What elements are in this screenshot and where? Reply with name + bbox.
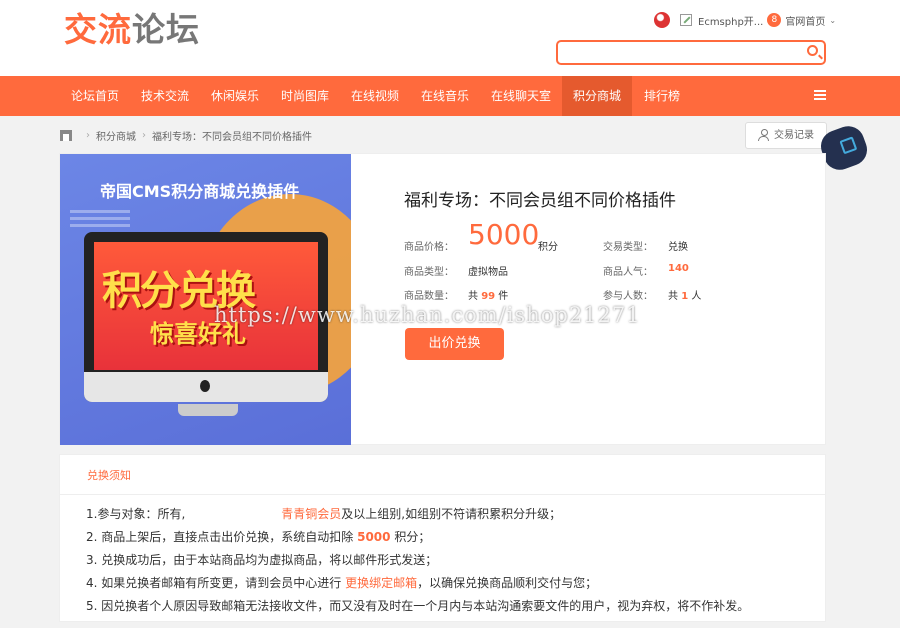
product-image: 帝国CMS积分商城兑换插件 积分兑换 惊喜好礼	[60, 154, 351, 445]
avatar[interactable]	[654, 12, 670, 28]
home-icon[interactable]	[60, 130, 72, 141]
category-value: 虚拟物品	[468, 267, 508, 278]
nav-item-gallery[interactable]: 时尚图库	[270, 76, 340, 116]
monitor-stand	[178, 404, 238, 416]
participants-value: 共 1 人	[668, 287, 701, 302]
category-label: 商品类型：	[404, 267, 454, 278]
nav-item-points-mall[interactable]: 积分商城	[562, 76, 632, 116]
notice-text: 2. 商品上架后，直接点击出价兑换，系统自动扣除	[86, 530, 358, 544]
breadcrumb-separator: ›	[142, 130, 146, 141]
quantity-prefix: 共	[468, 291, 478, 302]
notice-line-2: 2. 商品上架后，直接点击出价兑换，系统自动扣除 5000 积分；	[86, 528, 430, 545]
nav-item-tech[interactable]: 技术交流	[130, 76, 200, 116]
monitor-chin	[84, 372, 328, 402]
change-email-link[interactable]: 更换绑定邮箱	[345, 576, 417, 590]
nav-item-ranking[interactable]: 排行榜	[632, 76, 692, 116]
breadcrumb-points-mall[interactable]: 积分商城	[96, 128, 136, 143]
quantity-value: 共 99 件	[468, 287, 508, 302]
breadcrumb: › 积分商城 › 福利专场：不同会员组不同价格插件	[60, 128, 312, 143]
search-box	[556, 40, 826, 65]
notice-line-4: 4. 如果兑换者邮箱有所变更，请到会员中心进行 更换绑定邮箱，以确保兑换商品顺利…	[86, 574, 597, 591]
trade-type-value: 兑换	[668, 242, 688, 253]
breadcrumb-current: 福利专场：不同会员组不同价格插件	[152, 132, 312, 143]
points-amount: 5000	[357, 530, 391, 544]
exchange-notice: 兑换须知 1.参与对象：所有, 青青铜会员及以上组别,如组别不符请积累积分升级； …	[59, 454, 826, 622]
nav-item-home[interactable]: 论坛首页	[60, 76, 130, 116]
notice-line-1: 1.参与对象：所有, 青青铜会员及以上组别,如组别不符请积累积分升级；	[86, 505, 561, 522]
notification-badge[interactable]: 8	[767, 13, 782, 27]
participants-prefix: 共	[668, 291, 678, 302]
breadcrumb-separator: ›	[86, 130, 90, 141]
participants-number: 1	[681, 291, 689, 302]
logo-part2: 论坛	[132, 10, 200, 49]
bid-exchange-button[interactable]: 出价兑换	[405, 328, 504, 360]
site-header: 交流论坛 Ecmsphp开... 8 官网首页 ⌄	[0, 0, 900, 76]
quantity-number: 99	[481, 291, 496, 302]
search-icon[interactable]	[807, 45, 818, 56]
member-group-name: 青青铜会员	[281, 507, 342, 521]
user-icon	[758, 129, 769, 141]
participants-label: 参与人数：	[603, 291, 653, 302]
nav-item-video[interactable]: 在线视频	[340, 76, 410, 116]
quantity-unit: 件	[498, 291, 509, 302]
nav-item-music[interactable]: 在线音乐	[410, 76, 480, 116]
notice-text: 及以上组别,如组别不符请积累积分升级；	[341, 507, 562, 521]
edit-icon[interactable]	[680, 14, 692, 26]
notice-text: 4. 如果兑换者邮箱有所变更，请到会员中心进行	[86, 576, 346, 590]
user-bar: Ecmsphp开... 8 官网首页 ⌄	[654, 12, 836, 28]
banner-decoration	[70, 224, 130, 227]
participants-unit: 人	[691, 291, 702, 302]
notice-text: ，以确保兑换商品顺利交付与您；	[417, 576, 598, 590]
trade-log-label: 交易记录	[774, 130, 814, 141]
trade-log-button[interactable]: 交易记录	[745, 122, 827, 149]
product-card: 帝国CMS积分商城兑换插件 积分兑换 惊喜好礼 福利专场：不同会员组不同价格插件…	[59, 153, 826, 445]
logo-part1: 交流	[64, 10, 132, 49]
search-input[interactable]	[566, 42, 796, 64]
nav-item-chat[interactable]: 在线聊天室	[480, 76, 562, 116]
notice-header: 兑换须知	[60, 455, 825, 495]
quantity-label: 商品数量：	[404, 291, 454, 302]
site-logo[interactable]: 交流论坛	[64, 10, 200, 50]
notice-line-3: 3. 兑换成功后，由于本站商品均为虚拟商品，将以邮件形式发送；	[86, 553, 438, 567]
product-title: 福利专场：不同会员组不同价格插件	[404, 191, 676, 211]
popularity-value: 140	[668, 263, 689, 274]
popularity-label: 商品人气：	[603, 267, 653, 278]
menu-icon[interactable]	[814, 90, 826, 101]
chevron-down-icon[interactable]: ⌄	[829, 16, 836, 25]
notice-text: 积分；	[390, 530, 431, 544]
banner-decoration	[70, 217, 130, 220]
nav-item-leisure[interactable]: 休闲娱乐	[200, 76, 270, 116]
notice-text: 1.参与对象：所有,	[86, 507, 186, 521]
banner-decoration	[70, 210, 130, 213]
username-link[interactable]: Ecmsphp开...	[698, 13, 763, 28]
banner-title: 帝国CMS积分商城兑换插件	[100, 182, 300, 201]
notice-title: 兑换须知	[87, 469, 131, 482]
watermark: https://www.huzhan.com/ishop21271	[214, 303, 641, 327]
trade-type-label: 交易类型：	[603, 242, 653, 253]
price-unit: 积分	[538, 242, 558, 253]
home-link[interactable]: 官网首页	[785, 13, 825, 28]
main-nav: 论坛首页 技术交流 休闲娱乐 时尚图库 在线视频 在线音乐 在线聊天室 积分商城…	[0, 76, 900, 116]
price-value: 5000	[468, 218, 540, 251]
apple-logo-icon	[200, 380, 210, 392]
price-label: 商品价格：	[404, 242, 454, 253]
notice-line-5: 5. 因兑换者个人原因导致邮箱无法接收文件，而又没有及时在一个月内与本站沟通索要…	[86, 599, 750, 613]
